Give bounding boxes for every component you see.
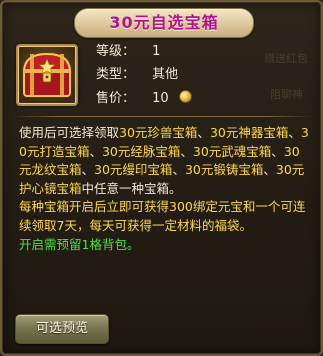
type-label: 类型： [96,67,136,82]
box-name: 30元武魂宝箱 [192,143,272,159]
box-name: 30元经脉宝箱 [101,143,181,159]
treasure-chest-icon [22,52,72,97]
coin-icon [178,90,192,103]
desc-para2-post: ，每天可获得一定材料的福袋。 [76,217,252,233]
desc-separator: 、 [197,125,210,140]
desc-separator: 、 [271,143,284,159]
item-description: 使用后可选择领取30元珍兽宝箱、30元神器宝箱、30元打造宝箱、30元经脉宝箱、… [19,124,309,254]
title-plate: 30元自选宝箱 [74,8,254,38]
box-name: 30元珍兽宝箱 [119,125,198,140]
desc-separator: 、 [81,162,95,178]
desc-intro: 使用后可选择领取 [19,125,120,140]
type-row: 类型： 其他 [96,65,178,85]
desc-outro: 中任意一种宝箱。 [81,180,182,196]
desc-separator: 、 [180,143,193,159]
divider [12,116,312,117]
box-name: 30元锻铸宝箱 [184,162,264,178]
type-value: 其他 [152,67,179,82]
preview-button[interactable]: 可选预览 [15,314,109,344]
price-row: 售价： 10 [96,89,192,109]
item-tooltip-panel: 30元自选宝箱 等级： 1 类型： 其他 售价： 10 赠送红包 阻聊神 使用后… [0,0,323,356]
price-value: 10 [152,91,169,106]
level-row: 等级： 1 [96,42,160,62]
level-label: 等级： [96,44,136,59]
desc-note: 开启需预留1格背包。 [19,236,140,252]
box-name: 30元缦印宝箱 [94,162,173,178]
level-value: 1 [152,44,161,59]
background-hint-1: 赠送红包 [264,52,308,65]
price-label: 售价： [96,91,136,106]
desc-separator: 、 [263,162,276,178]
desc-separator: 、 [89,143,102,159]
item-icon-frame [16,44,78,106]
desc-separator: 、 [288,125,301,140]
box-name: 30元神器宝箱 [209,125,289,140]
desc-para2-pre: 每种宝箱开启后立即可获得 [19,199,170,215]
desc-days: 7天 [56,217,77,233]
item-title: 30元自选宝箱 [109,13,219,32]
desc-reward: 300绑定元宝 [169,199,243,215]
background-hint-2: 阻聊神 [270,88,303,101]
desc-separator: 、 [172,162,185,178]
